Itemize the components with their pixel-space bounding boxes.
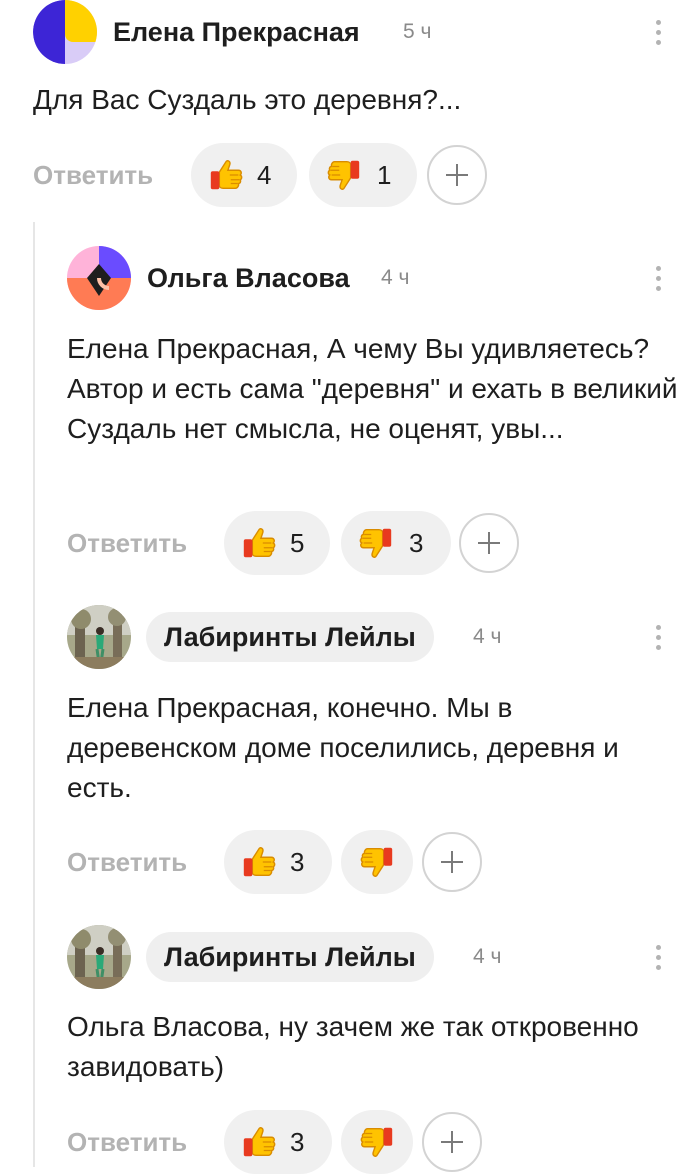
like-button[interactable]: 4: [191, 143, 297, 207]
comment-actions: Ответить 3: [67, 830, 527, 894]
author-name[interactable]: Елена Прекрасная: [113, 0, 360, 64]
like-count: 3: [290, 847, 305, 877]
dislike-count: 1: [377, 160, 392, 190]
comment-time: 5 ч: [403, 20, 432, 43]
comment-time: 4 ч: [381, 266, 410, 289]
dislike-count: 3: [409, 528, 424, 558]
dislike-button[interactable]: [341, 830, 413, 894]
comment-time: 4 ч: [473, 945, 502, 968]
reply-button[interactable]: Ответить: [33, 143, 153, 207]
more-vertical-icon[interactable]: [636, 10, 680, 54]
more-vertical-icon[interactable]: [636, 615, 680, 659]
more-vertical-icon[interactable]: [636, 935, 680, 979]
reply-button[interactable]: Ответить: [67, 511, 187, 575]
author-name[interactable]: Лабиринты Лейлы: [146, 932, 434, 982]
avatar[interactable]: [67, 246, 131, 310]
thumbs-down-icon: [358, 1123, 396, 1161]
thumbs-up-icon: [240, 524, 278, 562]
avatar[interactable]: [67, 925, 131, 989]
plus-icon[interactable]: [459, 513, 519, 573]
comment-actions: Ответить 3: [67, 1110, 527, 1174]
like-button[interactable]: 5: [224, 511, 330, 575]
thumbs-down-icon: [357, 524, 395, 562]
like-count: 4: [257, 160, 272, 190]
comment-text: Елена Прекрасная, А чему Вы удивляетесь?…: [67, 333, 678, 444]
like-count: 5: [290, 528, 305, 558]
thumbs-up-icon: [240, 1123, 278, 1161]
reply-button[interactable]: Ответить: [67, 1110, 187, 1174]
dislike-button[interactable]: 1: [309, 143, 417, 207]
comment-time: 4 ч: [473, 625, 502, 648]
comment-header: Елена Прекрасная 5 ч: [33, 0, 680, 64]
plus-icon[interactable]: [422, 832, 482, 892]
thumbs-down-icon: [358, 843, 396, 881]
comment-header: Лабиринты Лейлы 4 ч: [67, 605, 680, 669]
like-button[interactable]: 3: [224, 1110, 332, 1174]
more-vertical-icon[interactable]: [636, 256, 680, 300]
thumbs-up-icon: [207, 156, 245, 194]
avatar[interactable]: [67, 605, 131, 669]
comment-text: Елена Прекрасная, конечно. Мы в деревенс…: [67, 692, 619, 803]
thumbs-down-icon: [325, 156, 363, 194]
author-name[interactable]: Ольга Власова: [147, 246, 350, 310]
plus-icon[interactable]: [427, 145, 487, 205]
comment-text: Для Вас Суздаль это деревня?...: [33, 84, 462, 115]
thumbs-up-icon: [240, 843, 278, 881]
reply-button[interactable]: Ответить: [67, 830, 187, 894]
comment-actions: Ответить 4 1: [33, 143, 493, 207]
plus-icon[interactable]: [422, 1112, 482, 1172]
comment-text: Ольга Власова, ну зачем же так откровенн…: [67, 1011, 639, 1082]
dislike-button[interactable]: 3: [341, 511, 451, 575]
thread-line: [33, 222, 35, 1167]
like-button[interactable]: 3: [224, 830, 332, 894]
like-count: 3: [290, 1127, 305, 1157]
author-name[interactable]: Лабиринты Лейлы: [146, 612, 434, 662]
comment-header: Лабиринты Лейлы 4 ч: [67, 925, 680, 989]
dislike-button[interactable]: [341, 1110, 413, 1174]
comment-header: Ольга Власова 4 ч: [67, 246, 680, 310]
avatar[interactable]: [33, 0, 97, 64]
comment-actions: Ответить 5 3: [67, 511, 527, 575]
